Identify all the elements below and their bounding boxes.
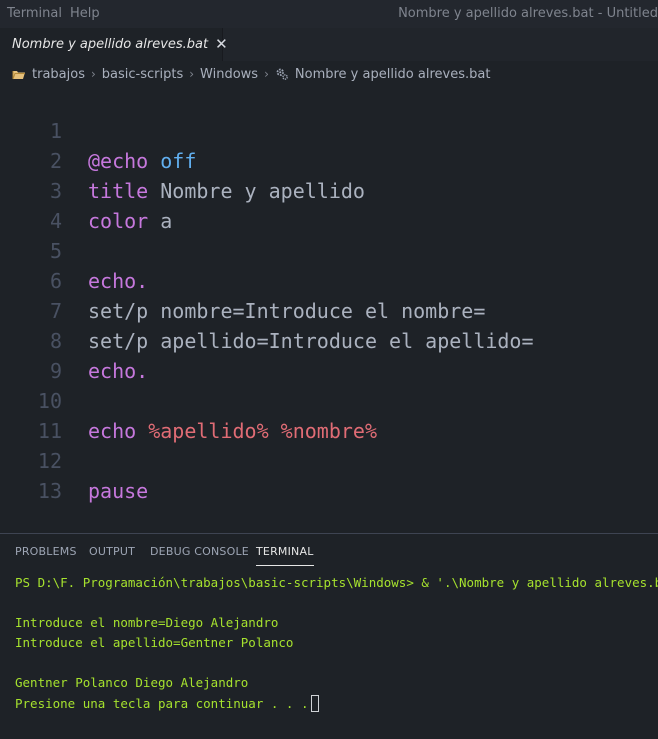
code-line: 8 echo. xyxy=(0,296,658,383)
breadcrumb-item-windows[interactable]: Windows xyxy=(200,67,258,82)
chevron-right-icon: › xyxy=(264,67,269,81)
terminal-line: Introduce el nombre=Diego Alejandro xyxy=(15,615,279,630)
tab-problems[interactable]: PROBLEMS xyxy=(15,545,77,558)
tab-output[interactable]: OUTPUT xyxy=(89,545,135,558)
close-icon[interactable]: ✕ xyxy=(215,37,228,52)
code-token: pause xyxy=(88,479,149,503)
breadcrumb-item-basic-scripts[interactable]: basic-scripts xyxy=(102,67,183,82)
code-line: 4 xyxy=(0,176,658,233)
line-number: 13 xyxy=(37,479,62,503)
code-line: 2 title Nombre y apellido xyxy=(0,116,658,203)
chevron-right-icon: › xyxy=(90,67,96,81)
terminal-line: Gentner Polanco Diego Alejandro xyxy=(15,675,249,690)
code-line: 12 pause xyxy=(0,416,658,503)
tab-terminal[interactable]: TERMINAL xyxy=(256,545,314,566)
code-line: 7 set/p apellido=Introduce el apellido= xyxy=(0,266,658,353)
terminal-cursor xyxy=(310,695,319,712)
code-line: 11 xyxy=(0,386,658,443)
menu-bar: Terminal Help Nombre y apellido alreves.… xyxy=(0,0,658,28)
terminal-prompt-line: Presione una tecla para continuar . . . xyxy=(15,695,319,712)
code-line: 1 @echo off xyxy=(0,86,658,173)
tab-label: Nombre y apellido alreves.bat xyxy=(12,37,209,52)
code-line: 13 xyxy=(0,446,658,503)
menu-terminal[interactable]: Terminal xyxy=(7,6,62,21)
editor-tab[interactable]: Nombre y apellido alreves.bat ✕ xyxy=(0,28,228,61)
code-line: 5 echo. xyxy=(0,206,658,293)
breadcrumb-item-trabajos[interactable]: trabajos xyxy=(32,67,85,82)
code-line: 3 color a xyxy=(0,146,658,233)
breadcrumb-item-file[interactable]: Nombre y apellido alreves.bat xyxy=(295,67,491,82)
bottom-panel: PROBLEMS OUTPUT DEBUG CONSOLE TERMINAL P… xyxy=(0,533,658,739)
code-line: 6 set/p nombre=Introduce el nombre= xyxy=(0,236,658,323)
breadcrumb: trabajos › basic-scripts › Windows › Nom… xyxy=(0,61,658,87)
code-line: 10 echo %apellido% %nombre% xyxy=(0,356,658,443)
window-title: Nombre y apellido alreves.bat - Untitled xyxy=(398,6,658,21)
folder-icon xyxy=(12,71,25,80)
chevron-right-icon: › xyxy=(189,67,195,81)
code-editor[interactable]: 1 @echo off 2 title Nombre y apellido 3 … xyxy=(0,86,658,536)
terminal-line: Presione una tecla para continuar . . . xyxy=(15,696,309,711)
terminal-line: PS D:\F. Programación\trabajos\basic-scr… xyxy=(15,575,658,590)
code-line: 9 xyxy=(0,326,658,383)
tab-debug-console[interactable]: DEBUG CONSOLE xyxy=(150,545,249,558)
terminal-line: Introduce el apellido=Gentner Polanco xyxy=(15,635,294,650)
gear-icon xyxy=(276,68,288,80)
menu-help[interactable]: Help xyxy=(70,6,100,21)
tab-bar: Nombre y apellido alreves.bat ✕ xyxy=(0,28,658,61)
